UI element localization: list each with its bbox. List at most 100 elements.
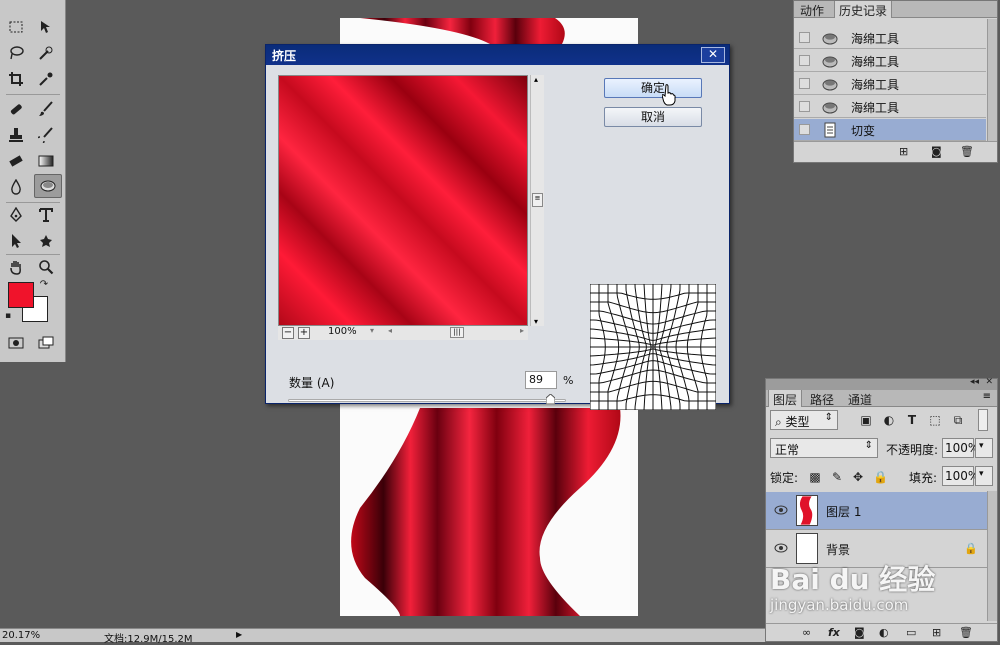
history-row[interactable]: 海绵工具 (794, 73, 986, 95)
history-scrollbar[interactable] (987, 19, 997, 141)
delete-icon[interactable]: 🗑 (960, 145, 976, 159)
adjustment-layer-icon[interactable]: ◐ (879, 626, 889, 639)
blur-tool-icon[interactable] (4, 176, 28, 198)
pixel-filter-icon[interactable]: ▣ (859, 413, 873, 427)
swap-colors-icon[interactable]: ↷ (38, 278, 50, 290)
layers-scrollbar[interactable] (987, 491, 997, 621)
eraser-tool-icon[interactable] (4, 150, 28, 172)
history-brush-tool-icon[interactable] (34, 124, 58, 146)
layer-name[interactable]: 背景 (826, 541, 850, 558)
smart-object-filter-icon[interactable]: ⧉ (951, 413, 965, 427)
history-checkbox[interactable] (799, 55, 810, 66)
gradient-tool-icon[interactable] (34, 150, 58, 172)
eyedropper-tool-icon[interactable] (34, 68, 58, 90)
history-row-selected[interactable]: 切变 (794, 119, 986, 141)
quick-select-tool-icon[interactable] (34, 42, 58, 64)
status-menu-arrow-icon[interactable]: ▶ (236, 630, 242, 639)
path-select-tool-icon[interactable] (4, 230, 28, 252)
pen-tool-icon[interactable] (4, 204, 28, 226)
filter-preview[interactable] (278, 75, 528, 326)
type-filter-icon[interactable]: T (905, 413, 919, 427)
tab-channels[interactable]: 通道 (844, 390, 876, 407)
lock-pixels-icon[interactable]: ✎ (830, 470, 844, 484)
horizontal-scroll-thumb[interactable]: ||| (450, 327, 464, 338)
quick-mask-icon[interactable] (4, 332, 28, 354)
panel-menu-icon[interactable]: ≡ (983, 391, 991, 402)
scroll-right-icon[interactable]: ▸ (520, 326, 524, 335)
default-colors-icon[interactable]: ▪ (2, 310, 14, 322)
opacity-input[interactable]: 100% (942, 438, 979, 458)
eye-icon[interactable] (774, 542, 788, 554)
history-checkbox[interactable] (799, 101, 810, 112)
eye-icon[interactable] (774, 504, 788, 516)
sponge-tool-icon[interactable] (34, 174, 62, 198)
history-checkbox[interactable] (799, 124, 810, 135)
delete-layer-icon[interactable]: 🗑 (959, 626, 973, 639)
cancel-button[interactable]: 取消 (604, 107, 702, 127)
add-mask-icon[interactable]: ◙ (854, 626, 865, 639)
close-button[interactable]: ✕ (701, 47, 725, 63)
healing-brush-tool-icon[interactable] (4, 98, 28, 120)
zoom-tool-icon[interactable] (34, 256, 58, 278)
fill-dropdown[interactable]: ▾ (975, 466, 993, 486)
amount-slider-track[interactable] (288, 399, 566, 402)
shape-filter-icon[interactable]: ⬚ (928, 413, 942, 427)
lock-all-icon[interactable]: 🔒 (873, 470, 888, 484)
new-document-from-state-icon[interactable]: ⊞ (899, 145, 915, 159)
tab-layers[interactable]: 图层 (768, 390, 803, 407)
crop-tool-icon[interactable] (4, 68, 28, 90)
new-layer-icon[interactable]: ⊞ (932, 626, 941, 639)
clone-stamp-tool-icon[interactable] (4, 124, 28, 146)
zoom-in-button[interactable]: + (298, 327, 310, 339)
screen-mode-icon[interactable] (34, 332, 58, 354)
custom-shape-tool-icon[interactable] (34, 230, 58, 252)
amount-input[interactable]: 89 (525, 371, 557, 389)
marquee-tool-icon[interactable] (4, 16, 28, 38)
close-panel-icon[interactable]: ✕ (985, 377, 993, 387)
zoom-dropdown-icon[interactable]: ▾ (370, 326, 374, 335)
layer-name[interactable]: 图层 1 (826, 503, 861, 520)
layer-style-icon[interactable]: fx (828, 626, 840, 639)
tab-paths[interactable]: 路径 (806, 390, 838, 407)
ok-button[interactable]: 确定 (604, 78, 702, 98)
hand-tool-icon[interactable] (4, 256, 28, 278)
lock-transparency-icon[interactable]: ▩ (808, 470, 822, 484)
lasso-tool-icon[interactable] (4, 42, 28, 64)
preview-vertical-scrollbar[interactable]: ▴ ≡ ▾ (530, 75, 544, 326)
history-row[interactable]: 海绵工具 (794, 50, 986, 72)
brush-tool-icon[interactable] (34, 98, 58, 120)
zoom-out-button[interactable]: − (282, 327, 294, 339)
lock-position-icon[interactable]: ✥ (851, 470, 865, 484)
fill-input[interactable]: 100% (942, 466, 979, 486)
pinch-dialog: 挤压 ✕ ▴ ≡ ▾ − + 100% ▾ ◂ ||| ▸ 确定 取消 数量 (… (265, 44, 730, 410)
layer-thumbnail (796, 495, 818, 526)
history-panel-tabs: 动作 历史记录 (794, 1, 997, 18)
history-row[interactable]: 海绵工具 (794, 27, 986, 49)
filter-kind-select[interactable]: ⌕ 类型 ⇕ (770, 410, 838, 430)
tab-history[interactable]: 历史记录 (834, 1, 893, 18)
amount-slider-thumb[interactable] (546, 394, 555, 404)
move-tool-icon[interactable] (34, 16, 58, 38)
layer-row[interactable]: 图层 1 (766, 492, 988, 530)
opacity-dropdown[interactable]: ▾ (975, 438, 993, 458)
history-row[interactable]: 海绵工具 (794, 96, 986, 118)
collapse-icon[interactable]: ◂◂ (970, 377, 979, 387)
scroll-up-icon[interactable]: ▴ (534, 75, 538, 84)
tab-actions[interactable]: 动作 (796, 1, 828, 18)
scroll-left-icon[interactable]: ◂ (388, 326, 392, 335)
adjustment-filter-icon[interactable]: ◐ (882, 413, 896, 427)
new-snapshot-icon[interactable]: ◙ (931, 145, 947, 159)
new-group-icon[interactable]: ▭ (906, 626, 916, 639)
amount-label: 数量 (A) (289, 376, 335, 390)
history-checkbox[interactable] (799, 78, 810, 89)
scroll-down-icon[interactable]: ▾ (534, 317, 538, 326)
zoom-level[interactable]: 20.17% (2, 630, 40, 641)
type-tool-icon[interactable] (34, 204, 58, 226)
foreground-color-swatch[interactable] (8, 282, 34, 308)
link-layers-icon[interactable]: ∞ (802, 626, 811, 639)
dialog-title-bar[interactable]: 挤压 ✕ (266, 45, 729, 65)
history-checkbox[interactable] (799, 32, 810, 43)
scroll-thumb[interactable]: ≡ (532, 193, 543, 207)
blend-mode-select[interactable]: 正常 ⇕ (770, 438, 878, 458)
filter-toggle[interactable] (978, 409, 988, 431)
